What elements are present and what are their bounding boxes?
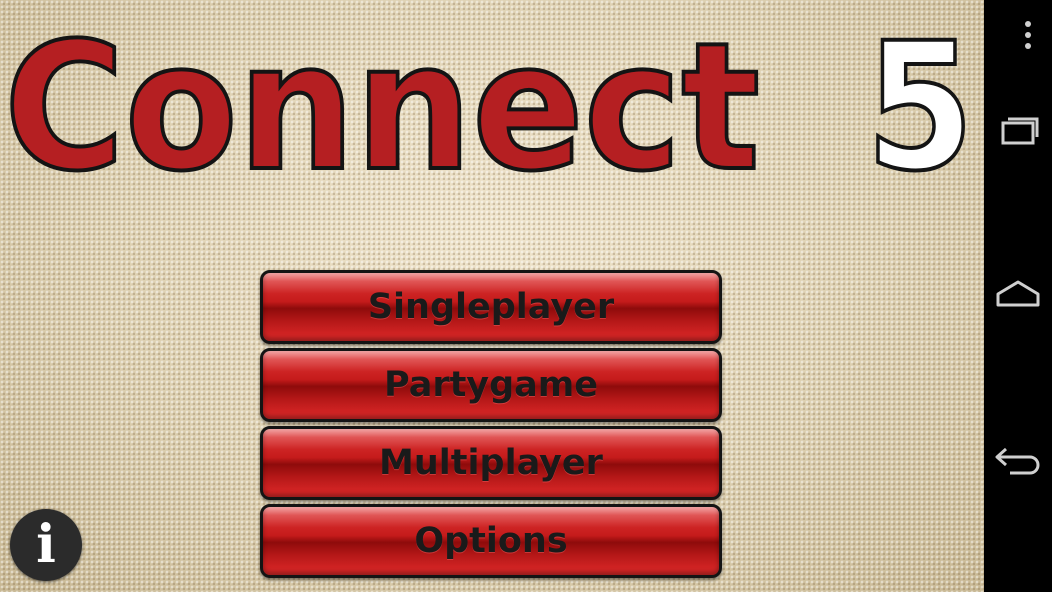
title-number: 5 [866, 5, 974, 200]
options-button[interactable]: Options [260, 504, 722, 578]
game-title: Connect 5 [2, 3, 976, 200]
home-icon[interactable] [994, 278, 1042, 312]
game-screen: Connect 5 Singleplayer Partygame Multipl… [0, 0, 984, 592]
back-icon[interactable] [994, 442, 1042, 476]
info-icon[interactable]: i [10, 509, 82, 581]
partygame-button[interactable]: Partygame [260, 348, 722, 422]
android-nav-bar [984, 0, 1052, 592]
main-menu: Singleplayer Partygame Multiplayer Optio… [260, 270, 722, 578]
overflow-menu-icon[interactable] [994, 18, 1042, 52]
recent-apps-icon[interactable] [994, 113, 1042, 147]
singleplayer-button[interactable]: Singleplayer [260, 270, 722, 344]
title-text: Connect [4, 5, 760, 200]
multiplayer-button[interactable]: Multiplayer [260, 426, 722, 500]
